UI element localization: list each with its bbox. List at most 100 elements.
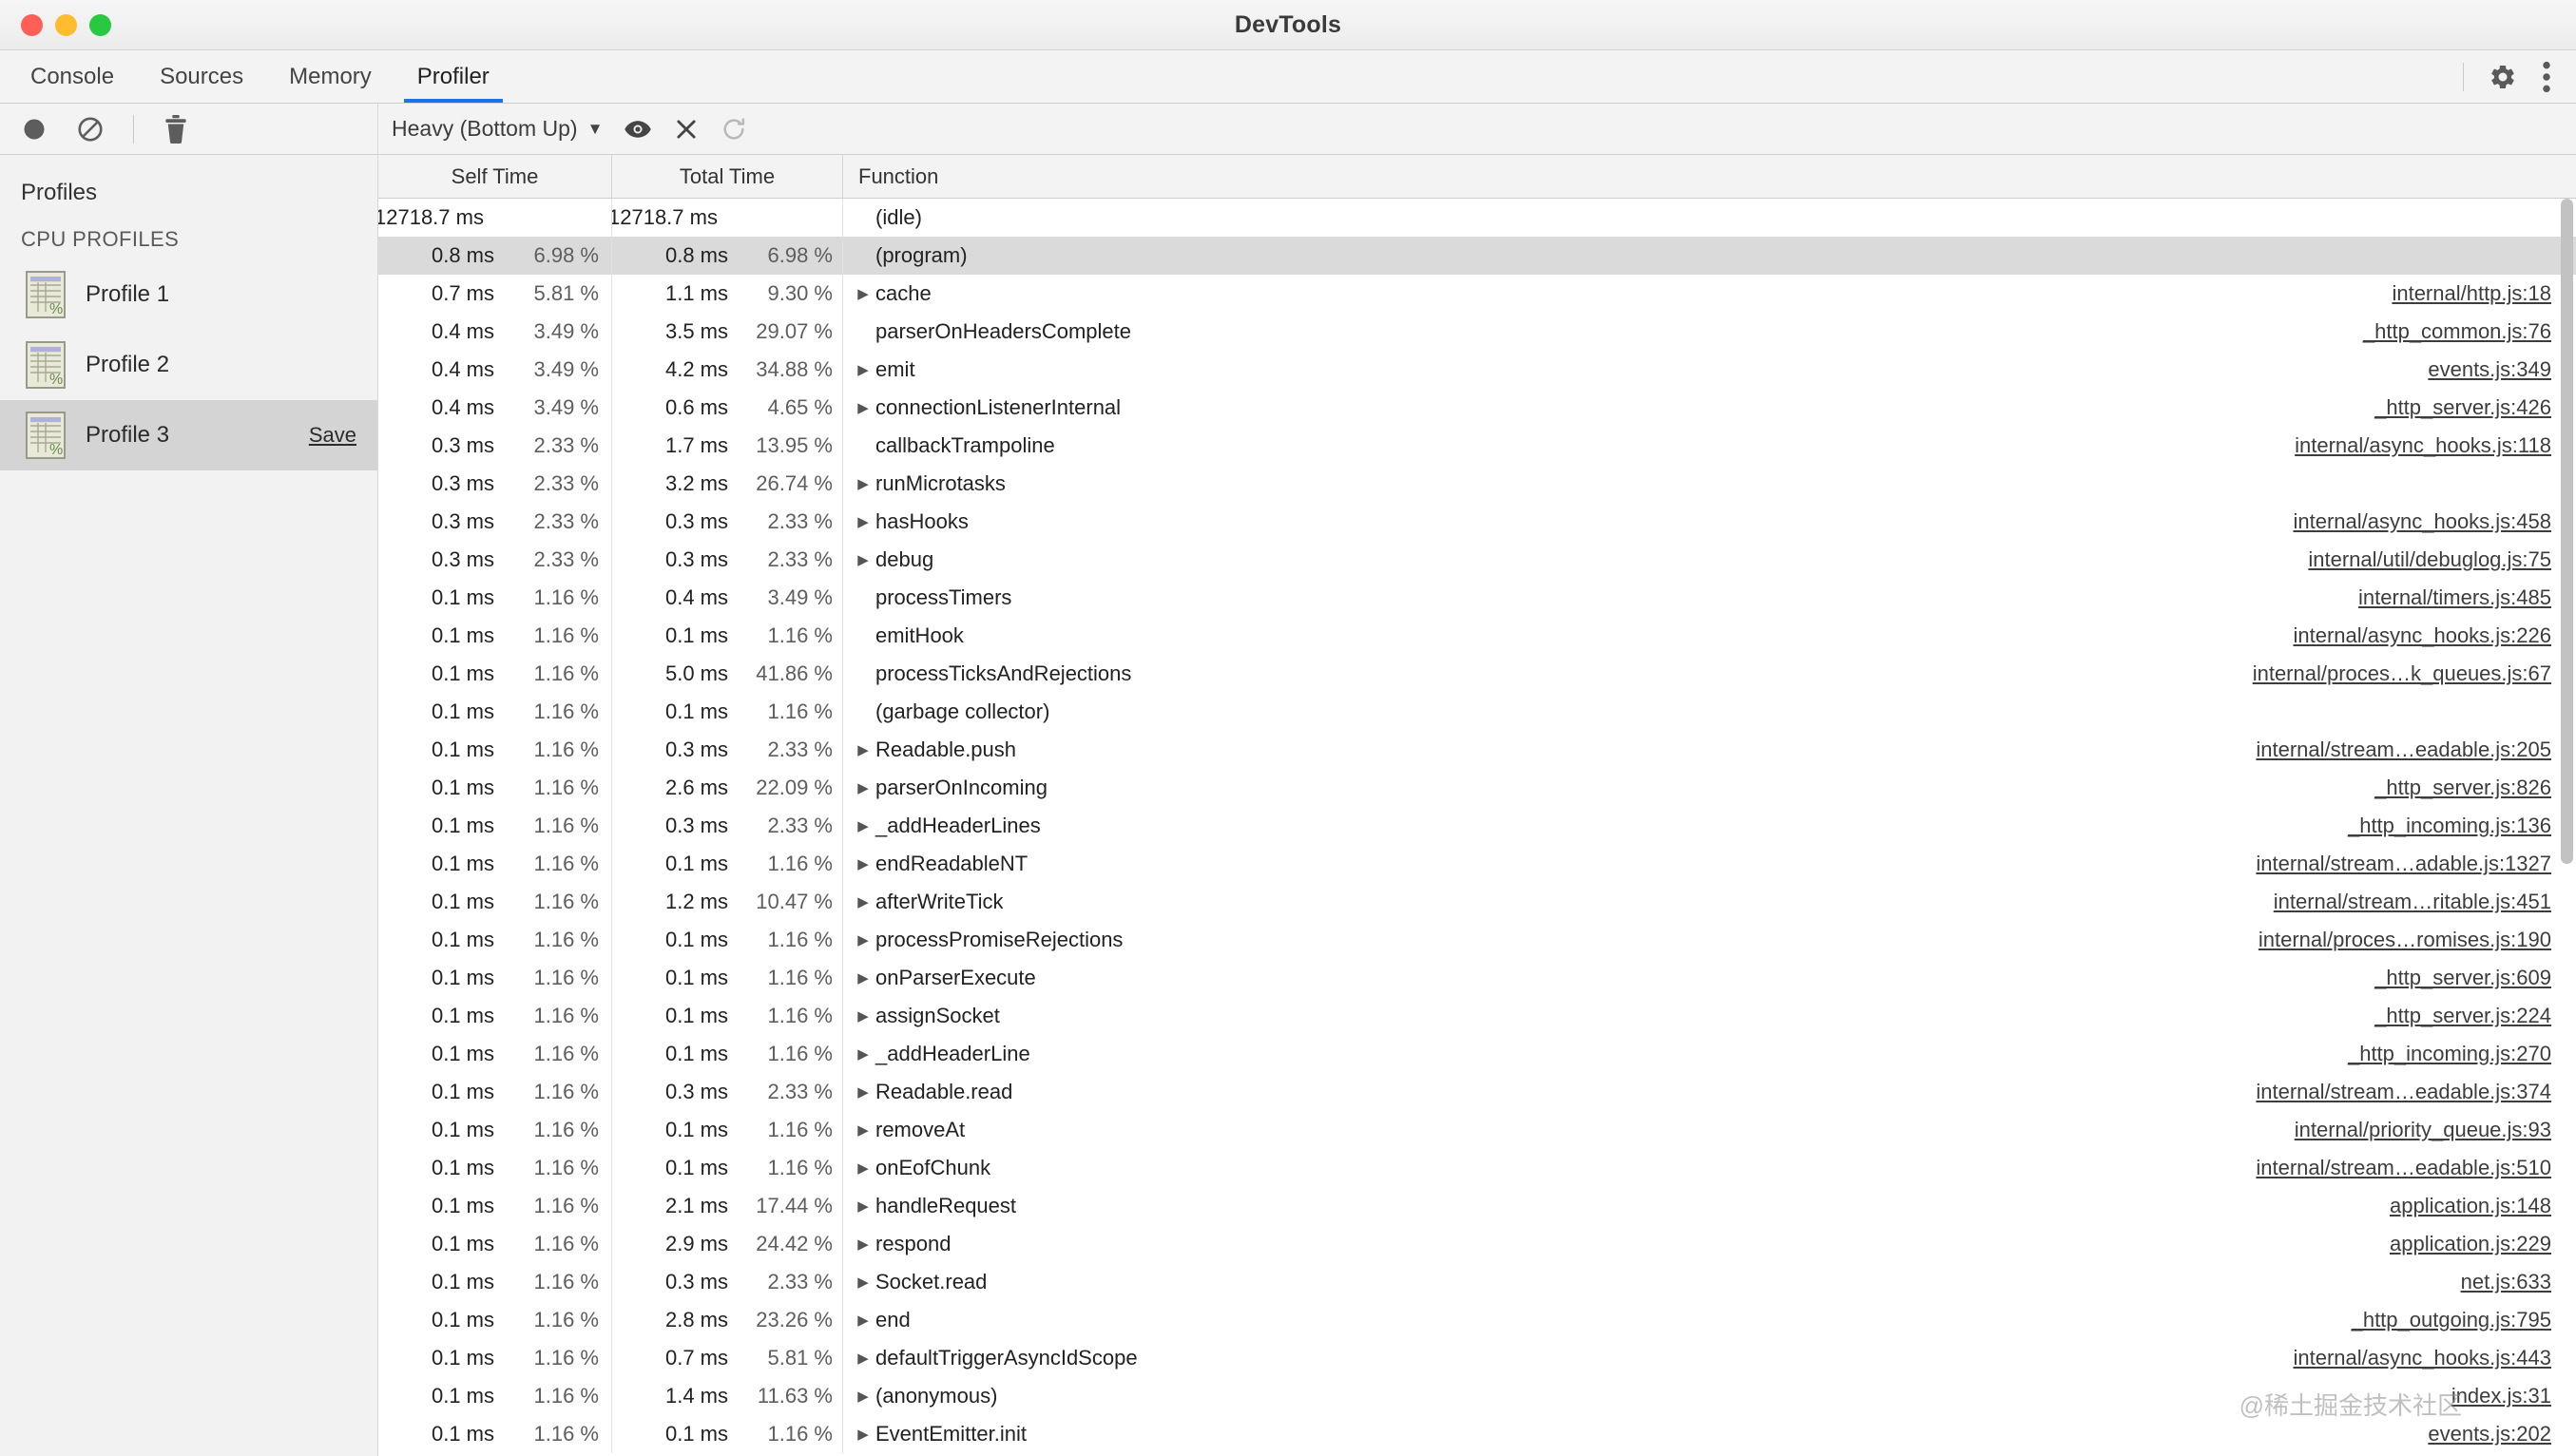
table-row[interactable]: 0.3 ms 2.33 % 0.3 ms 2.33 % ▶ hasHooks interna…: [378, 503, 2576, 541]
source-link[interactable]: internal/async_hooks.js:226: [2294, 623, 2576, 648]
expand-triangle-icon[interactable]: ▶: [853, 1121, 874, 1139]
expand-triangle-icon[interactable]: ▶: [853, 399, 874, 416]
table-row[interactable]: 0.1 ms 1.16 % 2.6 ms 22.09 % ▶ parserOnIncomi…: [378, 769, 2576, 807]
table-row[interactable]: 0.3 ms 2.33 % 3.2 ms 26.74 % ▶ runMicrotasks: [378, 465, 2576, 503]
table-row[interactable]: 0.1 ms 1.16 % 1.4 ms 11.63 % ▶ (anonymous) ind…: [378, 1377, 2576, 1415]
table-row[interactable]: 0.1 ms 1.16 % 0.1 ms 1.16 % ▶ _addHeaderLine _…: [378, 1035, 2576, 1073]
source-link[interactable]: internal/stream…ritable.js:451: [2274, 890, 2576, 914]
table-row[interactable]: 0.1 ms 1.16 % 2.8 ms 23.26 % ▶ end _http_outgo…: [378, 1301, 2576, 1339]
expand-triangle-icon[interactable]: ▶: [853, 1007, 874, 1025]
source-link[interactable]: _http_server.js:826: [2374, 776, 2576, 800]
source-link[interactable]: net.js:633: [2461, 1270, 2576, 1294]
expand-triangle-icon[interactable]: ▶: [853, 1426, 874, 1443]
source-link[interactable]: internal/proces…romises.js:190: [2259, 928, 2576, 952]
table-row[interactable]: 0.1 ms 1.16 % 5.0 ms 41.86 % ▶processTicksAn…: [378, 655, 2576, 693]
table-row[interactable]: 0.3 ms 2.33 % 1.7 ms 13.95 % ▶callbackTrampo…: [378, 427, 2576, 465]
source-link[interactable]: internal/util/debuglog.js:75: [2308, 547, 2576, 572]
source-link[interactable]: _http_server.js:224: [2374, 1004, 2576, 1028]
expand-triangle-icon[interactable]: ▶: [853, 1197, 874, 1215]
source-link[interactable]: internal/priority_queue.js:93: [2295, 1118, 2576, 1142]
table-row[interactable]: 0.1 ms1.16 %0.1 ms1.16 %▶emitHookinterna…: [378, 617, 2576, 655]
tab-sources[interactable]: Sources: [137, 50, 266, 103]
source-link[interactable]: internal/stream…eadable.js:510: [2256, 1156, 2576, 1180]
expand-triangle-icon[interactable]: ▶: [853, 1274, 874, 1291]
table-row[interactable]: 0.1 ms 1.16 % 0.3 ms 2.33 % ▶ _addHeaderLines…: [378, 807, 2576, 845]
expand-triangle-icon[interactable]: ▶: [853, 513, 874, 530]
table-row[interactable]: 0.1 ms 1.16 % 0.1 ms 1.16 % ▶ removeAt interna…: [378, 1111, 2576, 1149]
expand-triangle-icon[interactable]: ▶: [853, 817, 874, 834]
table-row[interactable]: 0.1 ms 1.16 % 0.1 ms 1.16 % ▶ endReadableNT in…: [378, 845, 2576, 883]
gear-icon[interactable]: [2489, 63, 2517, 91]
source-link[interactable]: _http_server.js:609: [2374, 966, 2576, 990]
expand-triangle-icon[interactable]: ▶: [853, 1388, 874, 1405]
sidebar-item-profile-3[interactable]: % Profile 3 Save: [0, 400, 377, 470]
source-link[interactable]: _http_incoming.js:270: [2348, 1042, 2576, 1066]
expand-triangle-icon[interactable]: ▶: [853, 1350, 874, 1367]
source-link[interactable]: internal/async_hooks.js:458: [2294, 509, 2576, 534]
expand-triangle-icon[interactable]: ▶: [853, 855, 874, 872]
expand-triangle-icon[interactable]: ▶: [853, 285, 874, 302]
no-entry-icon[interactable]: [76, 115, 105, 144]
record-circle-icon[interactable]: [21, 116, 48, 143]
table-row[interactable]: 0.1 ms 1.16 % 0.1 ms 1.16 % ▶(garbage collec…: [378, 693, 2576, 731]
tab-profiler[interactable]: Profiler: [394, 50, 512, 103]
expand-triangle-icon[interactable]: ▶: [853, 1083, 874, 1101]
scrollbar-thumb[interactable]: [2561, 199, 2573, 864]
kebab-menu-icon[interactable]: [2542, 61, 2551, 93]
source-link[interactable]: internal/async_hooks.js:443: [2294, 1346, 2576, 1370]
trash-icon[interactable]: [163, 114, 189, 144]
table-row[interactable]: 0.1 ms 1.16 % 0.1 ms 1.16 % ▶ assignSocket _ht…: [378, 997, 2576, 1035]
tab-memory[interactable]: Memory: [266, 50, 394, 103]
close-x-icon[interactable]: [673, 116, 700, 143]
table-row[interactable]: 0.1 ms 1.16 % 0.1 ms 1.16 % ▶ onParserExecute…: [378, 959, 2576, 997]
sidebar-item-profile-2[interactable]: % Profile 2: [0, 330, 377, 400]
tab-console[interactable]: Console: [8, 50, 137, 103]
source-link[interactable]: _http_outgoing.js:795: [2352, 1308, 2576, 1332]
table-row[interactable]: 0.1 ms 1.16 % 0.3 ms 2.33 % ▶ Readable.push in…: [378, 731, 2576, 769]
view-mode-dropdown[interactable]: Heavy (Bottom Up) ▼: [392, 116, 603, 142]
table-row[interactable]: 0.1 ms 1.16 % 0.1 ms 1.16 % ▶ processPromiseR…: [378, 921, 2576, 959]
expand-triangle-icon[interactable]: ▶: [853, 1236, 874, 1253]
save-profile-link[interactable]: Save: [309, 423, 356, 448]
expand-triangle-icon[interactable]: ▶: [853, 931, 874, 948]
refresh-icon[interactable]: [721, 116, 747, 143]
source-link[interactable]: _http_common.js:76: [2363, 319, 2576, 344]
source-link[interactable]: _http_server.js:426: [2374, 395, 2576, 420]
expand-triangle-icon[interactable]: ▶: [853, 969, 874, 987]
column-header-self-time[interactable]: Self Time: [378, 155, 612, 198]
table-row[interactable]: 0.1 ms 1.16 % 0.7 ms 5.81 % ▶ defaultTriggerA…: [378, 1339, 2576, 1377]
expand-triangle-icon[interactable]: ▶: [853, 741, 874, 758]
source-link[interactable]: internal/http.js:18: [2392, 281, 2576, 306]
expand-triangle-icon[interactable]: ▶: [853, 1312, 874, 1329]
source-link[interactable]: internal/stream…adable.js:1327: [2256, 852, 2576, 876]
sidebar-item-profile-1[interactable]: % Profile 1: [0, 259, 377, 330]
expand-triangle-icon[interactable]: ▶: [853, 1045, 874, 1063]
column-header-function[interactable]: Function: [843, 155, 2576, 198]
table-row[interactable]: 0.1 ms 1.16 % 1.2 ms 10.47 % ▶ afterWriteTick…: [378, 883, 2576, 921]
table-row[interactable]: 12718.7 ms 12718.7 ms ▶(idle): [378, 199, 2576, 237]
column-header-total-time[interactable]: Total Time: [612, 155, 843, 198]
source-link[interactable]: internal/stream…eadable.js:374: [2256, 1080, 2576, 1104]
table-row[interactable]: 0.8 ms 6.98 % 0.8 ms 6.98 % ▶(program): [378, 237, 2576, 275]
table-row[interactable]: 0.4 ms 3.49 % 4.2 ms 34.88 % ▶ emit events.js:…: [378, 351, 2576, 389]
source-link[interactable]: internal/timers.js:485: [2358, 585, 2576, 610]
source-link[interactable]: events.js:349: [2428, 357, 2576, 382]
table-row[interactable]: 0.1 ms 1.16 % 0.3 ms 2.33 % ▶ Socket.read net.…: [378, 1263, 2576, 1301]
expand-triangle-icon[interactable]: ▶: [853, 779, 874, 796]
table-row[interactable]: 0.1 ms 1.16 % 0.1 ms 1.16 % ▶ onEofChunk inter…: [378, 1149, 2576, 1187]
source-link[interactable]: application.js:148: [2390, 1194, 2576, 1218]
table-row[interactable]: 0.4 ms 3.49 % 3.5 ms 29.07 % ▶parserOnHeader…: [378, 313, 2576, 351]
expand-triangle-icon[interactable]: ▶: [853, 893, 874, 910]
table-row[interactable]: 0.1 ms1.16 %0.4 ms3.49 %▶processTimersin…: [378, 579, 2576, 617]
source-link[interactable]: internal/proces…k_queues.js:67: [2253, 661, 2576, 686]
source-link[interactable]: internal/stream…eadable.js:205: [2256, 738, 2576, 762]
vertical-scrollbar[interactable]: [2561, 199, 2573, 1456]
table-row[interactable]: 0.4 ms 3.49 % 0.6 ms 4.65 % ▶ connectionListe…: [378, 389, 2576, 427]
table-row[interactable]: 0.1 ms 1.16 % 2.1 ms 17.44 % ▶ handleRequest a…: [378, 1187, 2576, 1225]
source-link[interactable]: index.js:31: [2451, 1384, 2576, 1408]
source-link[interactable]: _http_incoming.js:136: [2348, 814, 2576, 838]
source-link[interactable]: events.js:202: [2428, 1422, 2576, 1446]
source-link[interactable]: internal/async_hooks.js:118: [2295, 433, 2576, 458]
expand-triangle-icon[interactable]: ▶: [853, 361, 874, 378]
eye-icon[interactable]: [624, 115, 652, 144]
